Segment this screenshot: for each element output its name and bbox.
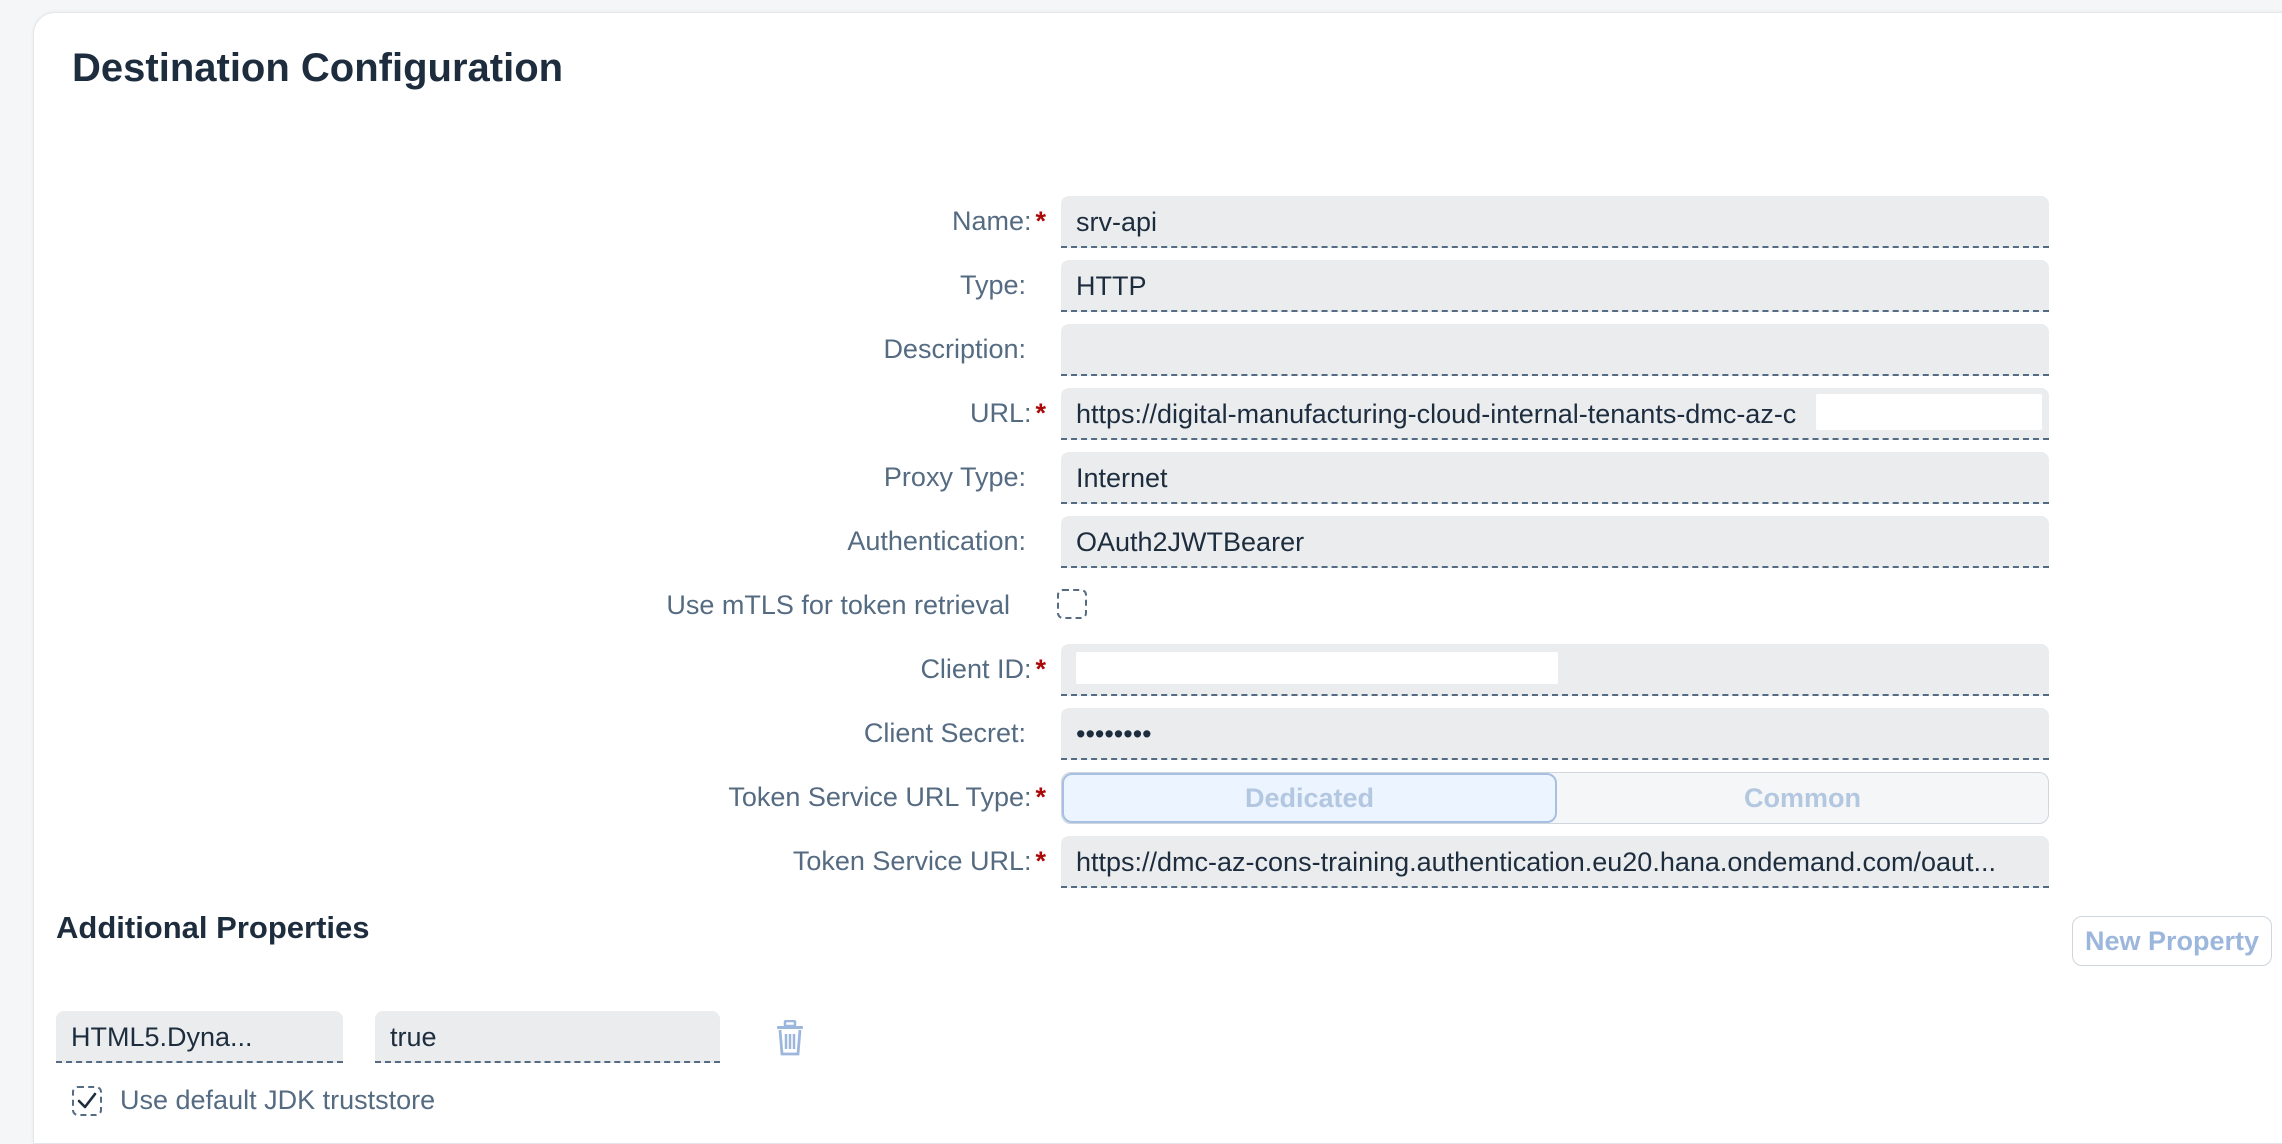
- name-label: Name: *: [952, 204, 1046, 238]
- property-key-field[interactable]: HTML5.Dyna...: [56, 1011, 343, 1063]
- additional-properties-title: Additional Properties: [56, 910, 370, 945]
- description-field[interactable]: [1061, 324, 2049, 376]
- token-service-url-label: Token Service URL: *: [793, 844, 1046, 878]
- name-field[interactable]: srv-api: [1061, 196, 2049, 248]
- page-title: Destination Configuration: [72, 46, 564, 90]
- segment-dedicated[interactable]: Dedicated: [1062, 773, 1557, 823]
- segment-common[interactable]: Common: [1557, 773, 2048, 823]
- jdk-truststore-checkbox[interactable]: [72, 1086, 102, 1116]
- proxy-type-field[interactable]: Internet: [1061, 452, 2049, 504]
- type-field[interactable]: HTTP: [1061, 260, 2049, 312]
- authentication-field[interactable]: OAuth2JWTBearer: [1061, 516, 2049, 568]
- new-property-button[interactable]: New Property: [2072, 916, 2272, 966]
- property-value-field[interactable]: true: [375, 1011, 720, 1063]
- required-marker: *: [1035, 782, 1046, 812]
- token-service-url-type-segmented: Dedicated Common: [1061, 772, 2049, 824]
- use-mtls-label: Use mTLS for token retrieval: [666, 590, 1010, 620]
- name-label-text: Name:: [951, 206, 1032, 236]
- proxy-type-label: Proxy Type:: [883, 462, 1026, 492]
- token-service-url-type-label: Token Service URL Type: *: [728, 780, 1046, 814]
- token-service-url-label-text: Token Service URL:: [792, 846, 1032, 876]
- trash-icon[interactable]: [774, 1020, 806, 1056]
- client-id-label-text: Client ID:: [920, 654, 1032, 684]
- destination-configuration-card: [33, 12, 2282, 1144]
- required-marker: *: [1035, 398, 1046, 428]
- jdk-truststore-label: Use default JDK truststore: [120, 1085, 436, 1115]
- url-label: URL: *: [970, 396, 1046, 430]
- description-label: Description:: [883, 334, 1026, 364]
- authentication-label: Authentication:: [847, 526, 1026, 556]
- required-marker: *: [1035, 654, 1046, 684]
- client-id-redaction: [1076, 652, 1558, 684]
- token-service-url-field[interactable]: https://dmc-az-cons-training.authenticat…: [1061, 836, 2049, 888]
- client-secret-field[interactable]: ••••••••: [1061, 708, 2049, 760]
- required-marker: *: [1035, 206, 1046, 236]
- checkmark-icon: [77, 1092, 97, 1109]
- token-service-url-type-label-text: Token Service URL Type:: [728, 782, 1032, 812]
- use-mtls-checkbox[interactable]: [1057, 589, 1087, 619]
- url-redaction: [1816, 394, 2042, 430]
- client-id-label: Client ID: *: [920, 652, 1046, 686]
- type-label: Type:: [959, 270, 1026, 300]
- required-marker: *: [1035, 846, 1046, 876]
- client-secret-label: Client Secret:: [863, 718, 1026, 748]
- url-label-text: URL:: [969, 398, 1032, 428]
